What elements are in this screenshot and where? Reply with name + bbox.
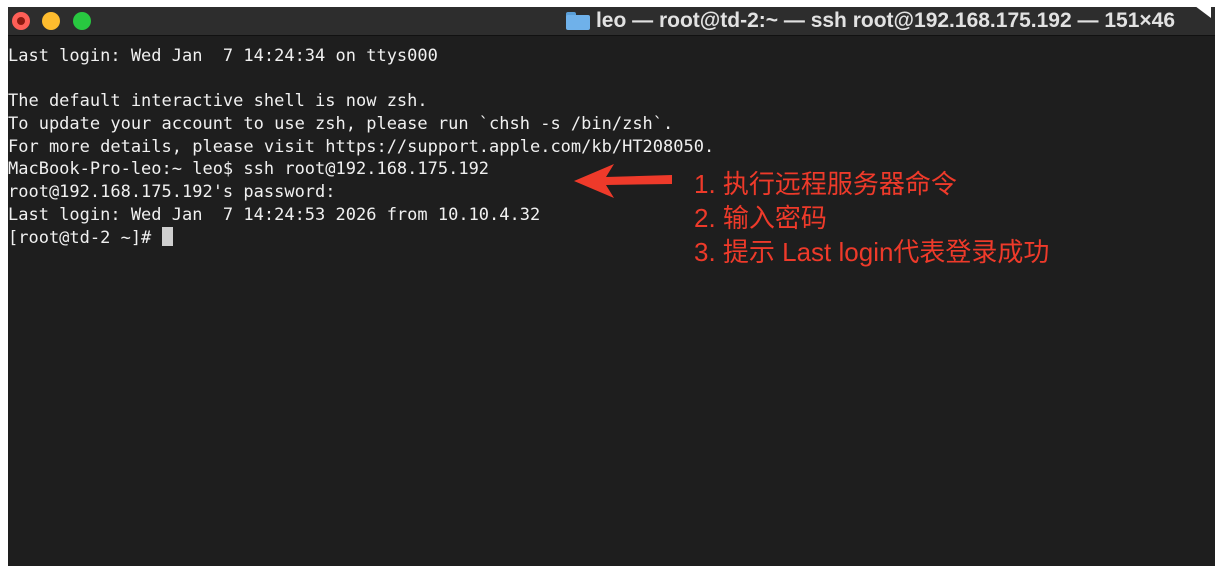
zoom-button[interactable]: [73, 12, 91, 30]
window-title: leo — root@td-2:~ — ssh root@192.168.175…: [595, 9, 1175, 32]
arrow-icon: [574, 164, 672, 198]
close-button[interactable]: [12, 12, 30, 30]
terminal-line: For more details, please visit https://s…: [8, 136, 715, 157]
terminal-line: The default interactive shell is now zsh…: [8, 91, 428, 112]
annotation-step-3: 3. 提示 Last login代表登录成功: [694, 237, 1050, 267]
terminal-line: To update your account to use zsh, pleas…: [8, 114, 674, 135]
corner-mark-icon: [1187, 0, 1211, 18]
minimize-button[interactable]: [42, 12, 60, 30]
shell-prompt: [root@td-2 ~]#: [8, 227, 162, 248]
terminal-line: Last login: Wed Jan 7 14:24:34 on ttys00…: [8, 46, 438, 66]
window-title-area: leo — root@td-2:~ — ssh root@192.168.175…: [565, 9, 1175, 33]
annotation-notes: 1. 执行远程服务器命令 2. 输入密码 3. 提示 Last login代表登…: [694, 167, 1049, 269]
terminal-window: leo — root@td-2:~ — ssh root@192.168.175…: [8, 7, 1215, 566]
annotation-step-2: 2. 输入密码: [694, 203, 827, 233]
text-cursor: [161, 226, 173, 246]
folder-icon: [565, 12, 590, 30]
title-bar[interactable]: leo — root@td-2:~ — ssh root@192.168.175…: [8, 7, 1215, 36]
annotation-step-1: 1. 执行远程服务器命令: [694, 169, 957, 199]
